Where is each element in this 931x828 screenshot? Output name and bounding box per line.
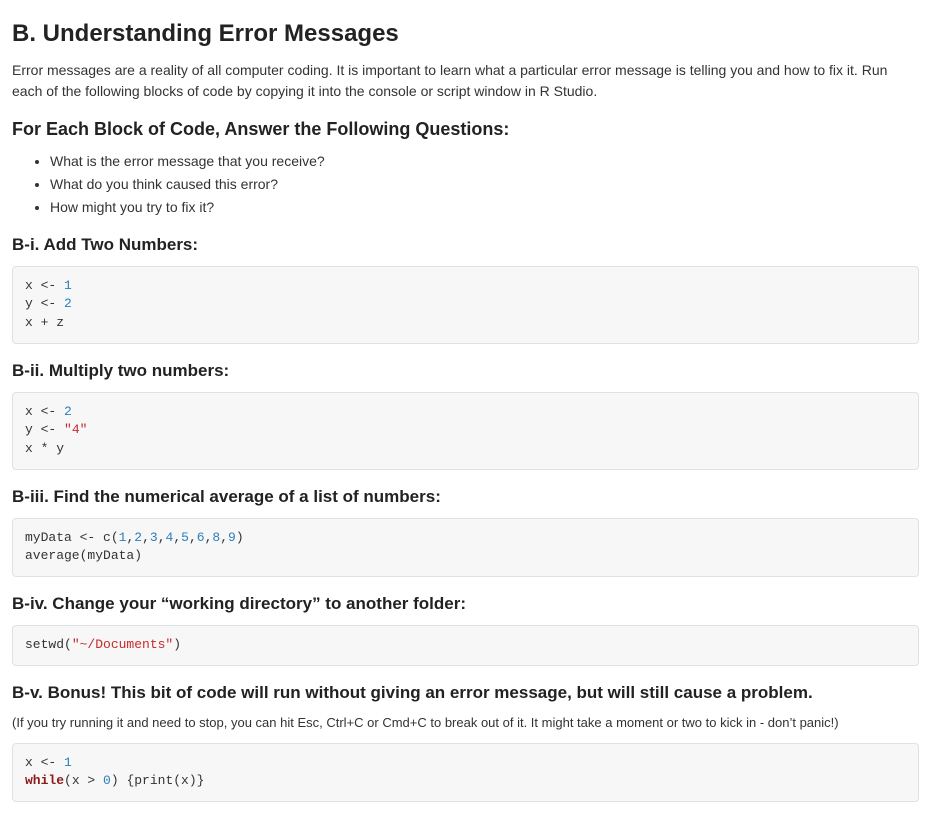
code-text: setwd( (25, 637, 72, 652)
code-number: 6 (197, 530, 205, 545)
code-string: "4" (64, 422, 87, 437)
code-text: myData <- c( (25, 530, 119, 545)
code-number: 2 (64, 404, 72, 419)
codeblock-biv[interactable]: setwd("~/Documents") (12, 625, 919, 666)
code-number: 1 (64, 278, 72, 293)
code-text: y <- (25, 422, 64, 437)
code-text: , (173, 530, 181, 545)
code-string: "~/Documents" (72, 637, 173, 652)
code-keyword: while (25, 773, 64, 788)
code-text: (x > (64, 773, 103, 788)
code-text: , (158, 530, 166, 545)
code-text: x <- (25, 755, 64, 770)
note-bv: (If you try running it and need to stop,… (12, 713, 919, 733)
code-number: 2 (64, 296, 72, 311)
code-text: y <- (25, 296, 64, 311)
code-number: 5 (181, 530, 189, 545)
codeblock-bi[interactable]: x <- 1 y <- 2 x + z (12, 266, 919, 345)
code-number: 3 (150, 530, 158, 545)
heading-bi: B-i. Add Two Numbers: (12, 232, 919, 258)
list-item: What do you think caused this error? (50, 174, 919, 195)
codeblock-bii[interactable]: x <- 2 y <- "4" x * y (12, 392, 919, 471)
heading-biv: B-iv. Change your “working directory” to… (12, 591, 919, 617)
questions-list: What is the error message that you recei… (12, 151, 919, 218)
list-item: What is the error message that you recei… (50, 151, 919, 172)
code-text: x <- (25, 404, 64, 419)
codeblock-biii[interactable]: myData <- c(1,2,3,4,5,6,8,9) average(myD… (12, 518, 919, 578)
code-text: , (142, 530, 150, 545)
heading-bii: B-ii. Multiply two numbers: (12, 358, 919, 384)
heading-biii: B-iii. Find the numerical average of a l… (12, 484, 919, 510)
heading-bv: B-v. Bonus! This bit of code will run wi… (12, 680, 919, 706)
code-text: , (220, 530, 228, 545)
code-number: 0 (103, 773, 111, 788)
code-text: average(myData) (25, 548, 142, 563)
code-text: ) (236, 530, 244, 545)
code-text: ) {print(x)} (111, 773, 205, 788)
codeblock-bv[interactable]: x <- 1 while(x > 0) {print(x)} (12, 743, 919, 803)
code-text: , (189, 530, 197, 545)
intro-paragraph: Error messages are a reality of all comp… (12, 60, 919, 102)
code-text: x <- (25, 278, 64, 293)
section-title: B. Understanding Error Messages (12, 16, 919, 52)
questions-heading: For Each Block of Code, Answer the Follo… (12, 116, 919, 143)
code-text: x + z (25, 315, 64, 330)
code-text: x * y (25, 441, 64, 456)
code-number: 9 (228, 530, 236, 545)
code-text: ) (173, 637, 181, 652)
code-number: 1 (64, 755, 72, 770)
list-item: How might you try to fix it? (50, 197, 919, 218)
code-number: 2 (134, 530, 142, 545)
